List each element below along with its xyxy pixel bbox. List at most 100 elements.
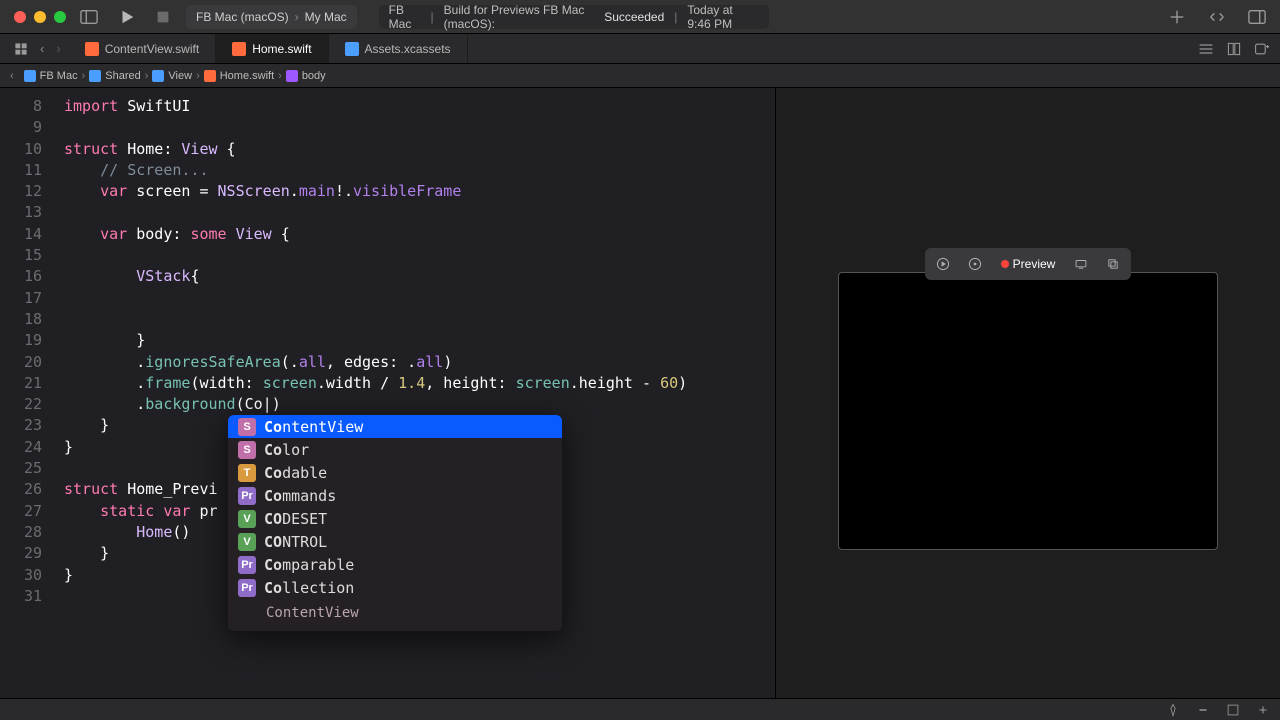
- line-number: 17: [0, 288, 52, 309]
- code-line[interactable]: import SwiftUI: [64, 96, 775, 117]
- run-stop-controls: [118, 8, 172, 26]
- preview-duplicate-icon[interactable]: [1099, 252, 1127, 276]
- nav-back-icon[interactable]: ‹: [40, 41, 44, 56]
- code-editor[interactable]: 8910111213141516171819202122232425262728…: [0, 88, 775, 698]
- code-line[interactable]: [64, 117, 775, 138]
- line-number: 12: [0, 181, 52, 202]
- autocomplete-item[interactable]: PrCommands: [228, 484, 562, 507]
- zoom-actual-icon[interactable]: [1226, 703, 1240, 717]
- completion-kind-icon: Pr: [238, 579, 256, 597]
- autocomplete-item[interactable]: Pr Collection: [228, 576, 562, 599]
- run-button[interactable]: [118, 8, 136, 26]
- breadcrumb-label: Shared: [105, 70, 140, 82]
- code-line[interactable]: [64, 245, 775, 266]
- code-line[interactable]: // Screen...: [64, 160, 775, 181]
- code-line[interactable]: [64, 309, 775, 330]
- record-dot-icon: [1001, 260, 1009, 268]
- status-action: Build for Previews FB Mac (macOS):: [444, 3, 595, 31]
- preview-toolbar: Preview: [925, 248, 1132, 280]
- breadcrumb-item[interactable]: FB Mac: [24, 70, 78, 82]
- line-number: 13: [0, 202, 52, 223]
- related-items-icon[interactable]: [14, 42, 28, 56]
- close-window-button[interactable]: [14, 11, 26, 23]
- nav-forward-icon[interactable]: ›: [56, 41, 60, 56]
- zoom-window-button[interactable]: [54, 11, 66, 23]
- file-icon: [204, 70, 216, 82]
- code-line[interactable]: VStack{: [64, 266, 775, 287]
- line-number: 16: [0, 266, 52, 287]
- line-number: 18: [0, 309, 52, 330]
- preview-canvas[interactable]: [838, 272, 1218, 550]
- swift-file-icon: [232, 42, 246, 56]
- code-line[interactable]: .background(Co|): [64, 394, 775, 415]
- code-line[interactable]: }: [64, 330, 775, 351]
- editor-options-icon[interactable]: [1226, 41, 1242, 57]
- inspectors-toggle-icon[interactable]: [1248, 8, 1266, 26]
- autocomplete-item[interactable]: SColor: [228, 438, 562, 461]
- minimize-window-button[interactable]: [34, 11, 46, 23]
- autocomplete-popup[interactable]: SContentViewSColorTCodablePrCommandsVCOD…: [228, 415, 562, 631]
- completion-kind-icon: V: [238, 533, 256, 551]
- code-line[interactable]: struct Home: View {: [64, 139, 775, 160]
- line-number: 28: [0, 522, 52, 543]
- editor-tab[interactable]: Home.swift: [216, 34, 328, 63]
- breadcrumb-label: body: [302, 70, 326, 82]
- code-line[interactable]: .ignoresSafeArea(.all, edges: .all): [64, 352, 775, 373]
- tab-label: Home.swift: [252, 42, 311, 56]
- activity-status[interactable]: FB Mac | Build for Previews FB Mac (macO…: [379, 5, 770, 29]
- line-number: 11: [0, 160, 52, 181]
- breadcrumb-label: Home.swift: [220, 70, 274, 82]
- code-review-icon[interactable]: [1208, 8, 1226, 26]
- editor-tab[interactable]: ContentView.swift: [69, 34, 217, 63]
- line-number: 15: [0, 245, 52, 266]
- editor-tab[interactable]: Assets.xcassets: [329, 34, 468, 63]
- preview-play-icon[interactable]: [929, 252, 957, 276]
- preview-live-label: Preview: [1013, 257, 1056, 271]
- chevron-right-icon: ›: [278, 70, 282, 82]
- completion-label: Collection: [264, 579, 354, 597]
- status-separator: |: [431, 10, 434, 24]
- breadcrumb-item[interactable]: Home.swift: [204, 70, 274, 82]
- pin-icon[interactable]: [1166, 703, 1180, 717]
- zoom-out-icon[interactable]: [1196, 703, 1210, 717]
- folder-icon: [89, 70, 101, 82]
- add-tab-icon[interactable]: [1168, 8, 1186, 26]
- breadcrumb-item[interactable]: View: [152, 70, 192, 82]
- code-line[interactable]: [64, 288, 775, 309]
- add-editor-icon[interactable]: [1254, 41, 1270, 57]
- editor-layout-list-icon[interactable]: [1198, 41, 1214, 57]
- autocomplete-item[interactable]: TCodable: [228, 461, 562, 484]
- line-number: 9: [0, 117, 52, 138]
- autocomplete-item[interactable]: SContentView: [228, 415, 562, 438]
- titlebar-right-tools: [1168, 8, 1266, 26]
- preview-device-icon[interactable]: [1067, 252, 1095, 276]
- line-number: 8: [0, 96, 52, 117]
- stop-button[interactable]: [154, 8, 172, 26]
- preview-inspect-icon[interactable]: [961, 252, 989, 276]
- swift-file-icon: [85, 42, 99, 56]
- code-line[interactable]: var body: some View {: [64, 224, 775, 245]
- code-line[interactable]: .frame(width: screen.width / 1.4, height…: [64, 373, 775, 394]
- completion-kind-icon: S: [238, 418, 256, 436]
- breadcrumb[interactable]: ‹ FB Mac›Shared›View›Home.swift›body: [0, 64, 1280, 88]
- code-line[interactable]: [64, 202, 775, 223]
- line-number: 24: [0, 437, 52, 458]
- autocomplete-item[interactable]: VCONTROL: [228, 530, 562, 553]
- breadcrumb-item[interactable]: Shared: [89, 70, 140, 82]
- code-line[interactable]: var screen = NSScreen.main!.visibleFrame: [64, 181, 775, 202]
- completion-label: Codable: [264, 464, 327, 482]
- zoom-in-icon[interactable]: [1256, 703, 1270, 717]
- bottom-bar: [0, 698, 1280, 720]
- autocomplete-item[interactable]: VCODESET: [228, 507, 562, 530]
- folder-icon: [152, 70, 164, 82]
- nav-back-icon[interactable]: ‹: [10, 70, 14, 82]
- scheme-device-label: My Mac: [305, 10, 347, 24]
- autocomplete-item[interactable]: PrComparable: [228, 553, 562, 576]
- sidebar-toggle-icon[interactable]: [80, 8, 98, 26]
- proj-icon: [24, 70, 36, 82]
- scheme-selector[interactable]: FB Mac (macOS) › My Mac: [186, 5, 357, 29]
- line-number: 21: [0, 373, 52, 394]
- tab-label: ContentView.swift: [105, 42, 200, 56]
- preview-live-button[interactable]: Preview: [993, 252, 1064, 276]
- breadcrumb-item[interactable]: body: [286, 70, 326, 82]
